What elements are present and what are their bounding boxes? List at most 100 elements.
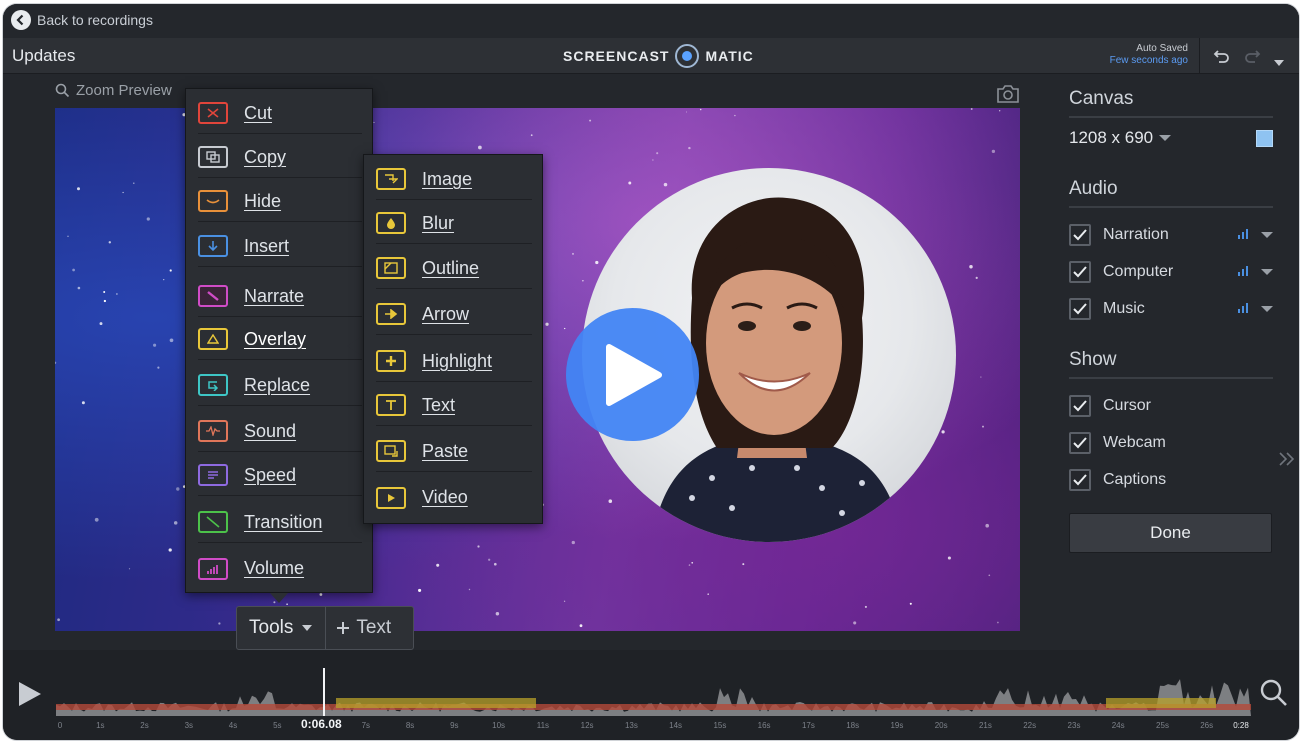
show-row-captions: Captions <box>1069 461 1273 498</box>
audio-section-title: Audio <box>1069 178 1273 208</box>
undo-icon[interactable] <box>1213 47 1231 70</box>
timeline-tick-label: 16s <box>758 721 771 730</box>
play-overlay-button[interactable] <box>566 308 699 441</box>
playhead[interactable] <box>323 668 325 716</box>
timeline-tick-label: 7s <box>362 721 370 730</box>
canvas-color-swatch[interactable] <box>1256 129 1273 147</box>
timeline-tick-label: 23s <box>1068 721 1081 730</box>
menu-item-cut[interactable]: Cut <box>198 93 362 134</box>
timeline-tick-label: 12s <box>581 721 594 730</box>
checkmark-icon <box>1073 436 1087 448</box>
cut-icon <box>198 102 228 124</box>
webcam-label: Webcam <box>1103 433 1166 451</box>
computer-checkbox[interactable] <box>1069 260 1091 283</box>
narration-label: Narration <box>1103 225 1169 243</box>
cursor-checkbox[interactable] <box>1069 394 1091 417</box>
menu-label: Highlight <box>422 350 493 371</box>
timeline-tick-label: 4s <box>229 721 237 730</box>
submenu-item-video[interactable]: Video <box>376 477 532 518</box>
timeline-tick-label: 0 <box>58 721 63 730</box>
computer-options-chevron-icon[interactable] <box>1261 268 1273 275</box>
submenu-item-highlight[interactable]: Highlight <box>376 341 532 382</box>
timeline-tick-label: 19s <box>890 721 903 730</box>
audio-row-narration: Narration <box>1069 216 1273 253</box>
speed-icon <box>198 464 228 486</box>
top-bar: Back to recordings <box>3 4 1299 38</box>
submenu-item-image[interactable]: Image <box>376 159 532 200</box>
timeline-tick-label: 1s <box>96 721 104 730</box>
overlay-submenu: Image Blur Outline Arrow Highlight Text … <box>363 154 543 524</box>
screencast-matic-logo: SCREENCAST MATIC <box>563 44 754 68</box>
submenu-item-outline[interactable]: Outline <box>376 248 532 289</box>
narrate-icon <box>198 285 228 307</box>
menu-label: Image <box>422 168 473 189</box>
submenu-item-arrow[interactable]: Arrow <box>376 294 532 335</box>
overlay-icon <box>198 328 228 350</box>
header-divider <box>1199 38 1200 74</box>
webcam-checkbox[interactable] <box>1069 431 1091 454</box>
audio-waveform[interactable] <box>56 672 1251 716</box>
menu-label: Overlay <box>244 328 307 349</box>
settings-panel: Canvas 1208 x 690 Audio Narration Comput… <box>1069 88 1273 498</box>
tools-dropdown-button[interactable]: Tools <box>237 607 327 649</box>
timeline-tick-label: 13s <box>625 721 638 730</box>
menu-label: Arrow <box>422 303 470 324</box>
menu-item-transition[interactable]: Transition <box>198 502 362 543</box>
menu-label: Cut <box>244 102 273 123</box>
narration-options-chevron-icon[interactable] <box>1261 231 1273 238</box>
submenu-item-text[interactable]: Text <box>376 385 532 426</box>
canvas-size-dropdown[interactable]: 1208 x 690 <box>1069 126 1273 150</box>
checkmark-icon <box>1073 265 1087 277</box>
done-button[interactable]: Done <box>1069 513 1272 553</box>
zoom-preview-button[interactable]: Zoom Preview <box>55 82 172 99</box>
music-checkbox[interactable] <box>1069 297 1091 320</box>
editor-window: Back to recordings Updates SCREENCAST MA… <box>3 4 1299 740</box>
menu-item-speed[interactable]: Speed <box>198 455 362 496</box>
search-icon <box>55 83 70 98</box>
music-options-chevron-icon[interactable] <box>1261 305 1273 312</box>
timeline-tick-label: 10s <box>492 721 505 730</box>
transition-icon <box>198 511 228 533</box>
menu-item-insert[interactable]: Insert <box>198 226 362 267</box>
captions-checkbox[interactable] <box>1069 468 1091 491</box>
add-text-button[interactable]: Text <box>326 617 401 639</box>
timeline-tick-label: 0:28 <box>1233 721 1249 730</box>
menu-label: Outline <box>422 257 480 278</box>
header: Updates SCREENCAST MATIC Auto Saved Few … <box>3 38 1299 74</box>
paste-icon <box>376 440 406 462</box>
text-label: Text <box>356 617 392 638</box>
submenu-item-paste[interactable]: Paste <box>376 431 532 472</box>
timeline-zoom-icon[interactable] <box>1259 678 1289 713</box>
autosave-label: Auto Saved <box>1136 43 1188 54</box>
autosave-time: Few seconds ago <box>1109 55 1188 66</box>
timeline-tick-label: 17s <box>802 721 815 730</box>
sound-icon <box>198 420 228 442</box>
redo-icon[interactable] <box>1243 47 1261 70</box>
audio-row-music: Music <box>1069 290 1273 327</box>
back-to-recordings-button[interactable]: Back to recordings <box>11 10 153 30</box>
checkmark-icon <box>1073 399 1087 411</box>
timeline-tick-label: 21s <box>979 721 992 730</box>
menu-label: Volume <box>244 558 305 578</box>
menu-item-copy[interactable]: Copy <box>198 137 362 178</box>
menu-item-hide[interactable]: Hide <box>198 181 362 222</box>
expand-panel-icon[interactable] <box>1278 450 1296 473</box>
menu-item-overlay[interactable]: Overlay <box>198 319 362 360</box>
timeline-play-button[interactable] <box>17 680 43 713</box>
menu-label: Hide <box>244 190 282 211</box>
play-icon <box>605 343 662 406</box>
menu-item-replace[interactable]: Replace <box>198 365 362 406</box>
camera-icon[interactable] <box>996 84 1020 109</box>
menu-item-volume[interactable]: Volume <box>198 548 362 589</box>
timeline-tick-label: 11s <box>537 721 549 730</box>
menu-item-narrate[interactable]: Narrate <box>198 276 362 317</box>
menu-label: Blur <box>422 212 455 233</box>
more-menu-chevron-icon[interactable] <box>1273 52 1285 72</box>
submenu-item-blur[interactable]: Blur <box>376 203 532 244</box>
menu-item-sound[interactable]: Sound <box>198 411 362 452</box>
timeline-ruler: 01s2s3s4s5s6s7s8s9s10s11s12s13s14s15s16s… <box>58 721 1250 730</box>
narration-checkbox[interactable] <box>1069 223 1091 246</box>
chevron-down-icon <box>1159 135 1172 141</box>
current-time-label: 0:06.08 <box>301 717 342 731</box>
timeline-tick-label: 25s <box>1156 721 1169 730</box>
